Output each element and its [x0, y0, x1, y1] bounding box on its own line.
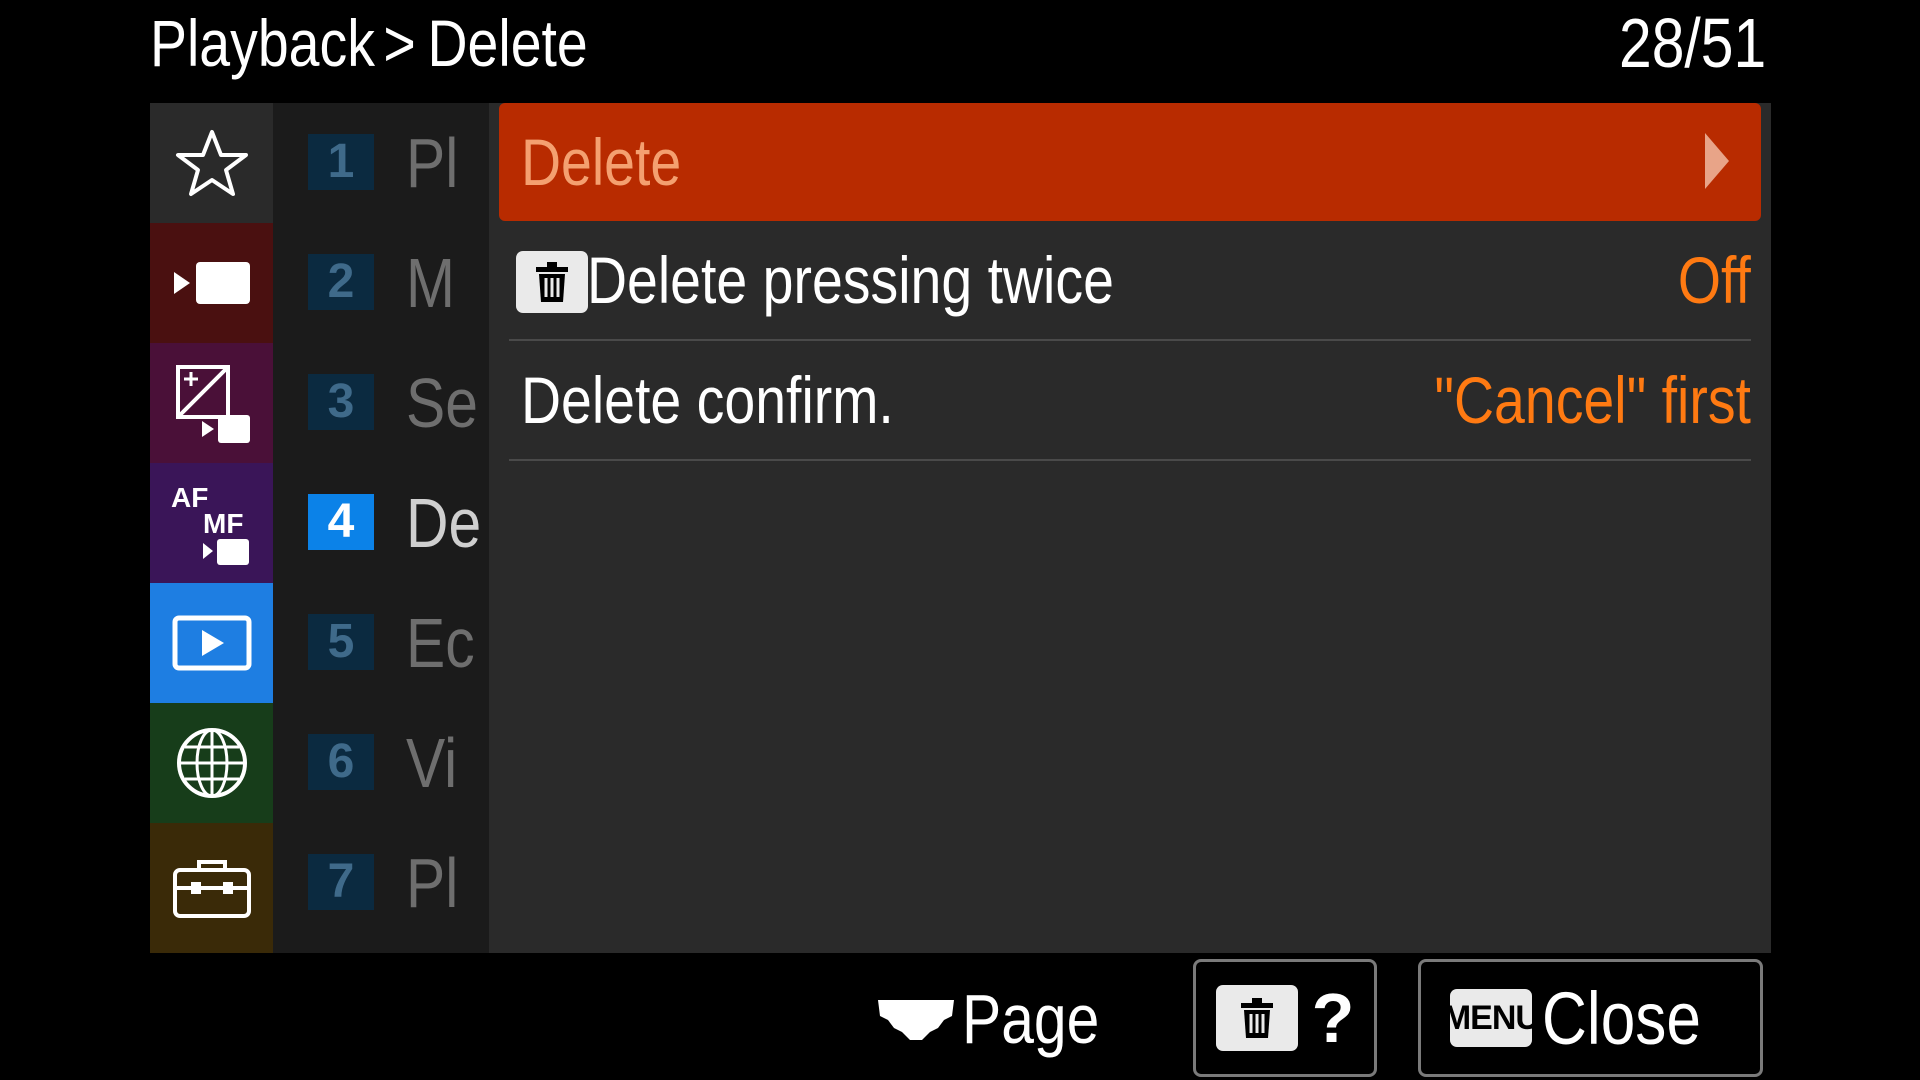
exposure-color-icon	[175, 365, 250, 443]
close-label: Close	[1541, 976, 1701, 1060]
menu-button-icon: MENU	[1443, 989, 1540, 1047]
page-number: 1	[308, 134, 374, 190]
menu-item-delete-confirm[interactable]: Delete confirm. "Cancel" first	[499, 341, 1761, 459]
svg-text:MF: MF	[203, 508, 243, 539]
category-column: AF MF	[150, 103, 273, 953]
network-globe-icon	[176, 728, 247, 798]
page-counter-text: 28/51	[1618, 4, 1766, 82]
page-hint: Page	[876, 974, 1125, 1064]
setup-toolbox-icon	[172, 860, 251, 918]
category-tab-favorites[interactable]	[150, 103, 273, 223]
breadcrumb-parent: Playback	[150, 6, 375, 80]
page-tab-7[interactable]: 7 Pl	[273, 823, 489, 943]
category-tab-playback[interactable]	[150, 583, 273, 703]
page-hint-label: Page	[962, 980, 1100, 1058]
close-button[interactable]: MENU Close	[1418, 959, 1763, 1077]
chevron-right-icon	[1705, 133, 1729, 189]
page-label: Pl	[406, 125, 459, 201]
page-tab-2[interactable]: 2 M	[273, 223, 489, 343]
menu-item-label: Delete confirm.	[521, 363, 894, 437]
category-tab-shooting[interactable]	[150, 223, 273, 343]
breadcrumb-separator: >	[383, 6, 416, 80]
page-tab-5[interactable]: 5 Ec	[273, 583, 489, 703]
menu-list-panel: Delete Delete pressing twice Off Delete …	[489, 103, 1771, 953]
page-label: Pl	[406, 845, 459, 921]
trash-icon	[516, 251, 588, 313]
page-label: Vi	[406, 725, 458, 801]
page-number: 5	[308, 614, 374, 670]
page-number: 4	[308, 494, 374, 550]
page-tab-1[interactable]: 1 Pl	[273, 103, 489, 223]
breadcrumb: Playback > Delete	[150, 6, 671, 80]
page-tab-6[interactable]: 6 Vi	[273, 703, 489, 823]
help-label: ?	[1311, 979, 1355, 1057]
row-divider	[509, 459, 1751, 461]
page-label: De	[406, 485, 482, 561]
page-tab-4[interactable]: 4 De	[273, 463, 489, 583]
category-tab-network[interactable]	[150, 703, 273, 823]
menu-item-label: Delete pressing twice	[587, 243, 1114, 317]
category-tab-setup[interactable]	[150, 823, 273, 953]
page-tab-3[interactable]: 3 Se	[273, 343, 489, 463]
page-label: Se	[406, 365, 478, 441]
control-dial-icon	[878, 1000, 954, 1040]
page-column: 1 Pl 2 M 3 Se 4 De 5 Ec 6 Vi 7 Pl	[273, 103, 489, 953]
breadcrumb-current: Delete	[427, 6, 588, 80]
menu-item-label: Delete	[521, 125, 682, 199]
movie-camera-icon	[173, 262, 250, 304]
menu-item-value: Off	[1678, 243, 1751, 317]
page-number: 2	[308, 254, 374, 310]
menu-item-delete[interactable]: Delete	[499, 103, 1761, 221]
playback-icon	[172, 615, 251, 671]
category-tab-focus[interactable]: AF MF	[150, 463, 273, 583]
star-icon	[175, 130, 248, 196]
menu-item-value: "Cancel" first	[1434, 363, 1751, 437]
category-tab-exposure-color[interactable]	[150, 343, 273, 463]
page-number: 7	[308, 854, 374, 910]
page-label: M	[406, 245, 455, 321]
trash-icon	[1215, 985, 1298, 1051]
help-button[interactable]: ?	[1193, 959, 1377, 1077]
page-number: 3	[308, 374, 374, 430]
af-mf-icon: AF MF	[171, 482, 249, 565]
menu-item-delete-pressing-twice[interactable]: Delete pressing twice Off	[499, 221, 1761, 339]
page-counter: 28/51	[1591, 6, 1766, 80]
page-label: Ec	[406, 605, 475, 681]
page-number: 6	[308, 734, 374, 790]
